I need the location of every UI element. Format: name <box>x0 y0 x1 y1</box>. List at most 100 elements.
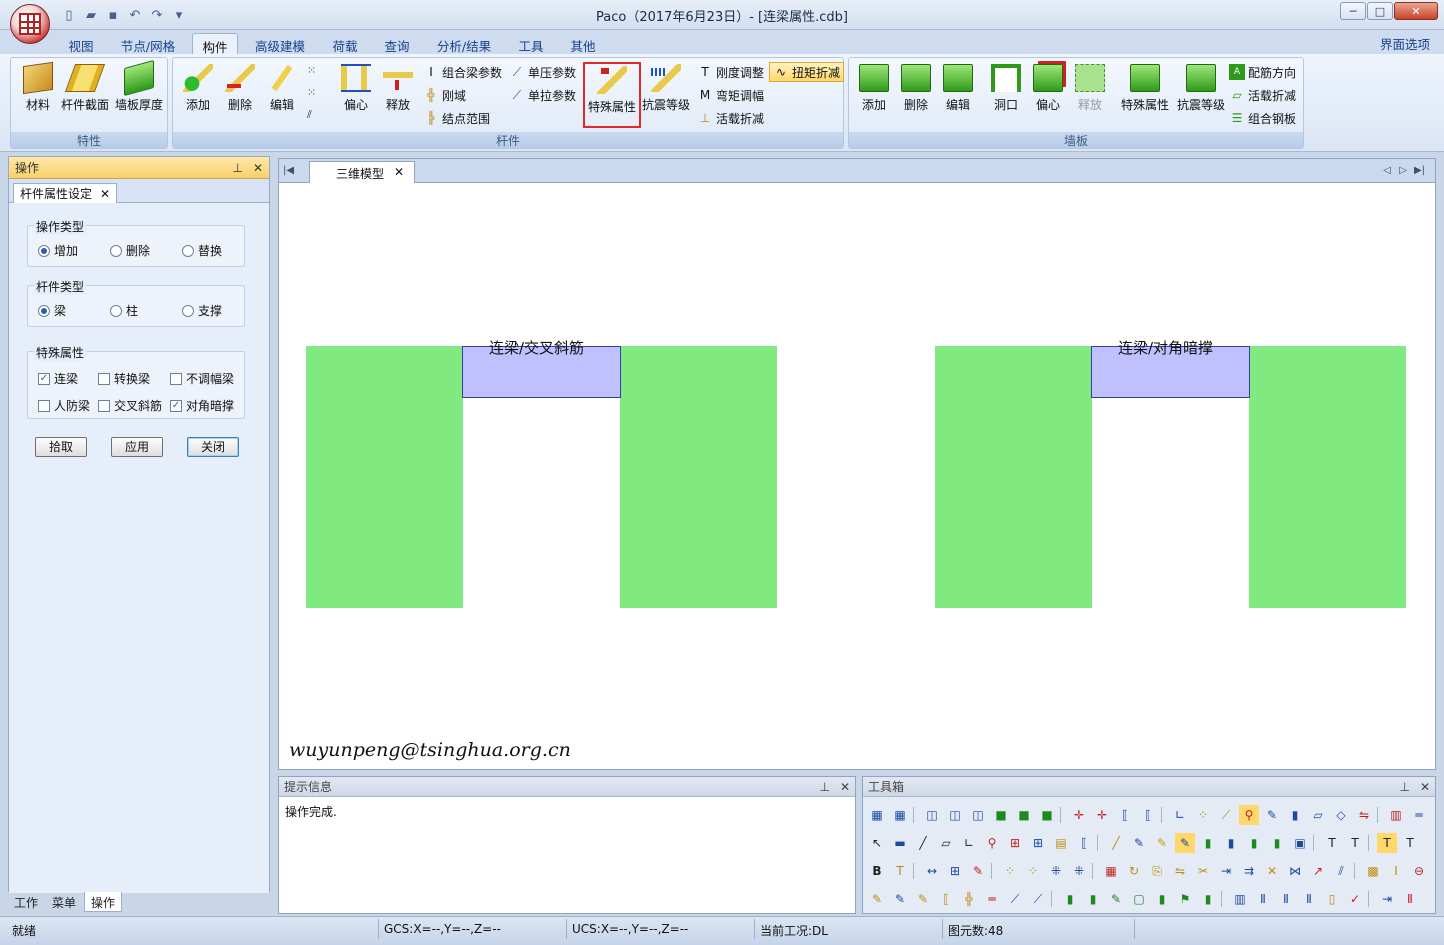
slab-tool-icon[interactable]: ▱ <box>1308 805 1328 825</box>
close-button[interactable]: 关闭 <box>187 437 239 457</box>
link-tool-icon[interactable]: ⇋ <box>1354 805 1374 825</box>
node-range-button[interactable]: ╠ 结点范围 <box>423 108 490 128</box>
tab-operation[interactable]: 操作 <box>84 892 123 912</box>
node-pattern-2-icon[interactable]: ⁙ <box>307 86 323 102</box>
offset-icon[interactable]: ⇉ <box>1239 861 1259 881</box>
text-3d-icon[interactable]: T <box>1400 833 1420 853</box>
line-node-icon[interactable]: ⟋ <box>1216 805 1236 825</box>
tab-work[interactable]: 工作 <box>8 892 44 912</box>
brace-icon[interactable]: ⟋ <box>1005 889 1025 909</box>
checkbox-coupling-beam[interactable]: ✓ 连梁 <box>38 370 78 387</box>
wall-ecc-tool-icon[interactable]: ▮ <box>1152 889 1172 909</box>
tab-view[interactable]: 视图 <box>62 33 100 54</box>
check-tool-icon[interactable]: ✓ <box>1345 889 1365 909</box>
checkbox-transfer-beam[interactable]: 转换梁 <box>98 370 150 387</box>
bar-4-icon[interactable]: ▮ <box>1267 833 1287 853</box>
mirror-icon[interactable]: ⇋ <box>1170 861 1190 881</box>
seismic-grade-button[interactable]: 抗震等级 <box>641 62 691 116</box>
special-property-button[interactable]: 特殊属性 <box>583 62 641 128</box>
view-iso-icon[interactable]: ■ <box>1014 805 1034 825</box>
wall-seismic-tool-icon[interactable]: ▮ <box>1198 889 1218 909</box>
wall-del-tool-icon[interactable]: ▮ <box>1083 889 1103 909</box>
tab-load[interactable]: 荷载 <box>326 33 364 54</box>
line-icon[interactable]: ╱ <box>913 833 933 853</box>
radio-column[interactable]: 柱 <box>110 302 138 319</box>
view-front-icon[interactable]: ◫ <box>922 805 942 825</box>
checkbox-no-moment-adjust-beam[interactable]: 不调幅梁 <box>170 370 234 387</box>
bold-icon[interactable]: B <box>867 861 887 881</box>
tab-node-grid[interactable]: 节点/网格 <box>114 33 182 54</box>
copy-icon[interactable]: ⎘ <box>1147 861 1167 881</box>
tension-only-button[interactable]: ⟋ 单拉参数 <box>509 85 576 105</box>
column-tool-icon[interactable]: ▮ <box>1285 805 1305 825</box>
node-pattern-icon[interactable]: ⁙ <box>307 64 323 80</box>
diagonal-lines-icon[interactable]: ⫽ <box>307 108 323 124</box>
wall-eccentric-button[interactable]: 偏心 <box>1025 62 1071 116</box>
wall-edit-button[interactable]: 编辑 <box>935 62 981 116</box>
i-beam-tool-icon[interactable]: Ⅰ <box>1386 861 1406 881</box>
tab-member[interactable]: 构件 <box>192 33 238 55</box>
rigid-zone-button[interactable]: ╬ 刚域 <box>423 85 466 105</box>
view-3d-icon[interactable]: ■ <box>991 805 1011 825</box>
wall-left-2[interactable] <box>620 346 777 608</box>
moment-adjust-button[interactable]: M 弯矩调幅 <box>697 85 764 105</box>
parallelogram-icon[interactable]: ▱ <box>936 833 956 853</box>
torsion-tool-icon[interactable]: Ⅱ <box>1299 889 1319 909</box>
break-icon[interactable]: ✕ <box>1262 861 1282 881</box>
wall-right-2[interactable] <box>1249 346 1406 608</box>
last-tab-icon[interactable]: ▶| <box>1414 165 1425 176</box>
join-icon[interactable]: ⋈ <box>1285 861 1305 881</box>
toolbox-close-icon[interactable]: ✕ <box>1420 780 1430 794</box>
node-dots-icon[interactable]: ⁘ <box>1193 805 1213 825</box>
checkbox-civil-defense-beam[interactable]: 人防梁 <box>38 397 90 414</box>
panel-close-icon[interactable]: ✕ <box>253 161 263 175</box>
pick-button[interactable]: 拾取 <box>35 437 87 457</box>
arrow-icon[interactable]: ↗ <box>1308 861 1328 881</box>
hatch-icon[interactable]: ⫽ <box>1331 861 1351 881</box>
node-line-icon[interactable]: ⁘ <box>1023 861 1043 881</box>
axis-icon[interactable]: ∟ <box>1170 805 1190 825</box>
view-back-icon[interactable]: ◫ <box>945 805 965 825</box>
first-tab-icon[interactable]: |◀ <box>283 165 294 176</box>
scroll-right-icon[interactable]: ▷ <box>1399 165 1407 176</box>
bar-3-icon[interactable]: ▮ <box>1244 833 1264 853</box>
filter-2-icon[interactable]: ⊞ <box>1028 833 1048 853</box>
ui-options-menu[interactable]: 界面选项 <box>1380 34 1430 53</box>
pin-node-icon[interactable]: ⚲ <box>1239 805 1259 825</box>
app-menu-button[interactable] <box>10 4 50 44</box>
stiff-adjust-tool-icon[interactable]: ▥ <box>1230 889 1250 909</box>
text-up-icon[interactable]: T <box>1322 833 1342 853</box>
checkbox-diagonal-brace[interactable]: ✓ 对角暗撑 <box>170 397 234 414</box>
brace-2-icon[interactable]: ⟋ <box>1028 889 1048 909</box>
pencil-yellow-icon[interactable]: ✎ <box>867 889 887 909</box>
bar-2-icon[interactable]: ▮ <box>1221 833 1241 853</box>
brush-icon[interactable]: ╱ <box>1106 833 1126 853</box>
tab-close-icon[interactable]: ✕ <box>100 187 110 201</box>
maximize-button[interactable]: □ <box>1367 2 1393 20</box>
info-close-icon[interactable]: ✕ <box>840 780 850 794</box>
cut-icon[interactable]: ⊖ <box>1409 861 1429 881</box>
pen-active-icon[interactable]: ✎ <box>1175 833 1195 853</box>
moment-tool-icon[interactable]: Ⅱ <box>1253 889 1273 909</box>
grid-icon[interactable]: ▦ <box>867 805 887 825</box>
model-canvas[interactable]: 连梁/交叉斜筋 连梁/对角暗撑 wuyunpeng@tsinghua.org.c… <box>279 183 1435 769</box>
wall-flag-tool-icon[interactable]: ⚑ <box>1175 889 1195 909</box>
radio-beam[interactable]: 梁 <box>38 302 66 319</box>
beam-edit-icon[interactable]: ✎ <box>913 889 933 909</box>
live-tool-icon[interactable]: Ⅱ <box>1276 889 1296 909</box>
text-down-icon[interactable]: T <box>1345 833 1365 853</box>
checkbox-cross-diagonal-rebar[interactable]: 交叉斜筋 <box>98 397 162 414</box>
info-pin-icon[interactable]: ⊥ <box>819 780 829 794</box>
ruler-icon[interactable]: ═ <box>1409 805 1429 825</box>
tab-3d-model[interactable]: 三维模型 ✕ <box>309 161 416 183</box>
minimize-button[interactable]: ─ <box>1340 2 1366 20</box>
bracket-2-icon[interactable]: ⟦ <box>1138 805 1158 825</box>
wall-live-load-button[interactable]: ▱ 活载折减 <box>1229 85 1296 105</box>
material-button[interactable]: 材料 <box>15 61 61 116</box>
dimension-icon[interactable]: ↔ <box>922 861 942 881</box>
bracket-box-icon[interactable]: ⟦ <box>1074 833 1094 853</box>
release-button[interactable]: 释放 <box>375 62 421 116</box>
wall-add-tool-icon[interactable]: ▮ <box>1060 889 1080 909</box>
rebar-tool-icon[interactable]: ▯ <box>1322 889 1342 909</box>
grid-red-icon[interactable]: ▦ <box>1101 861 1121 881</box>
